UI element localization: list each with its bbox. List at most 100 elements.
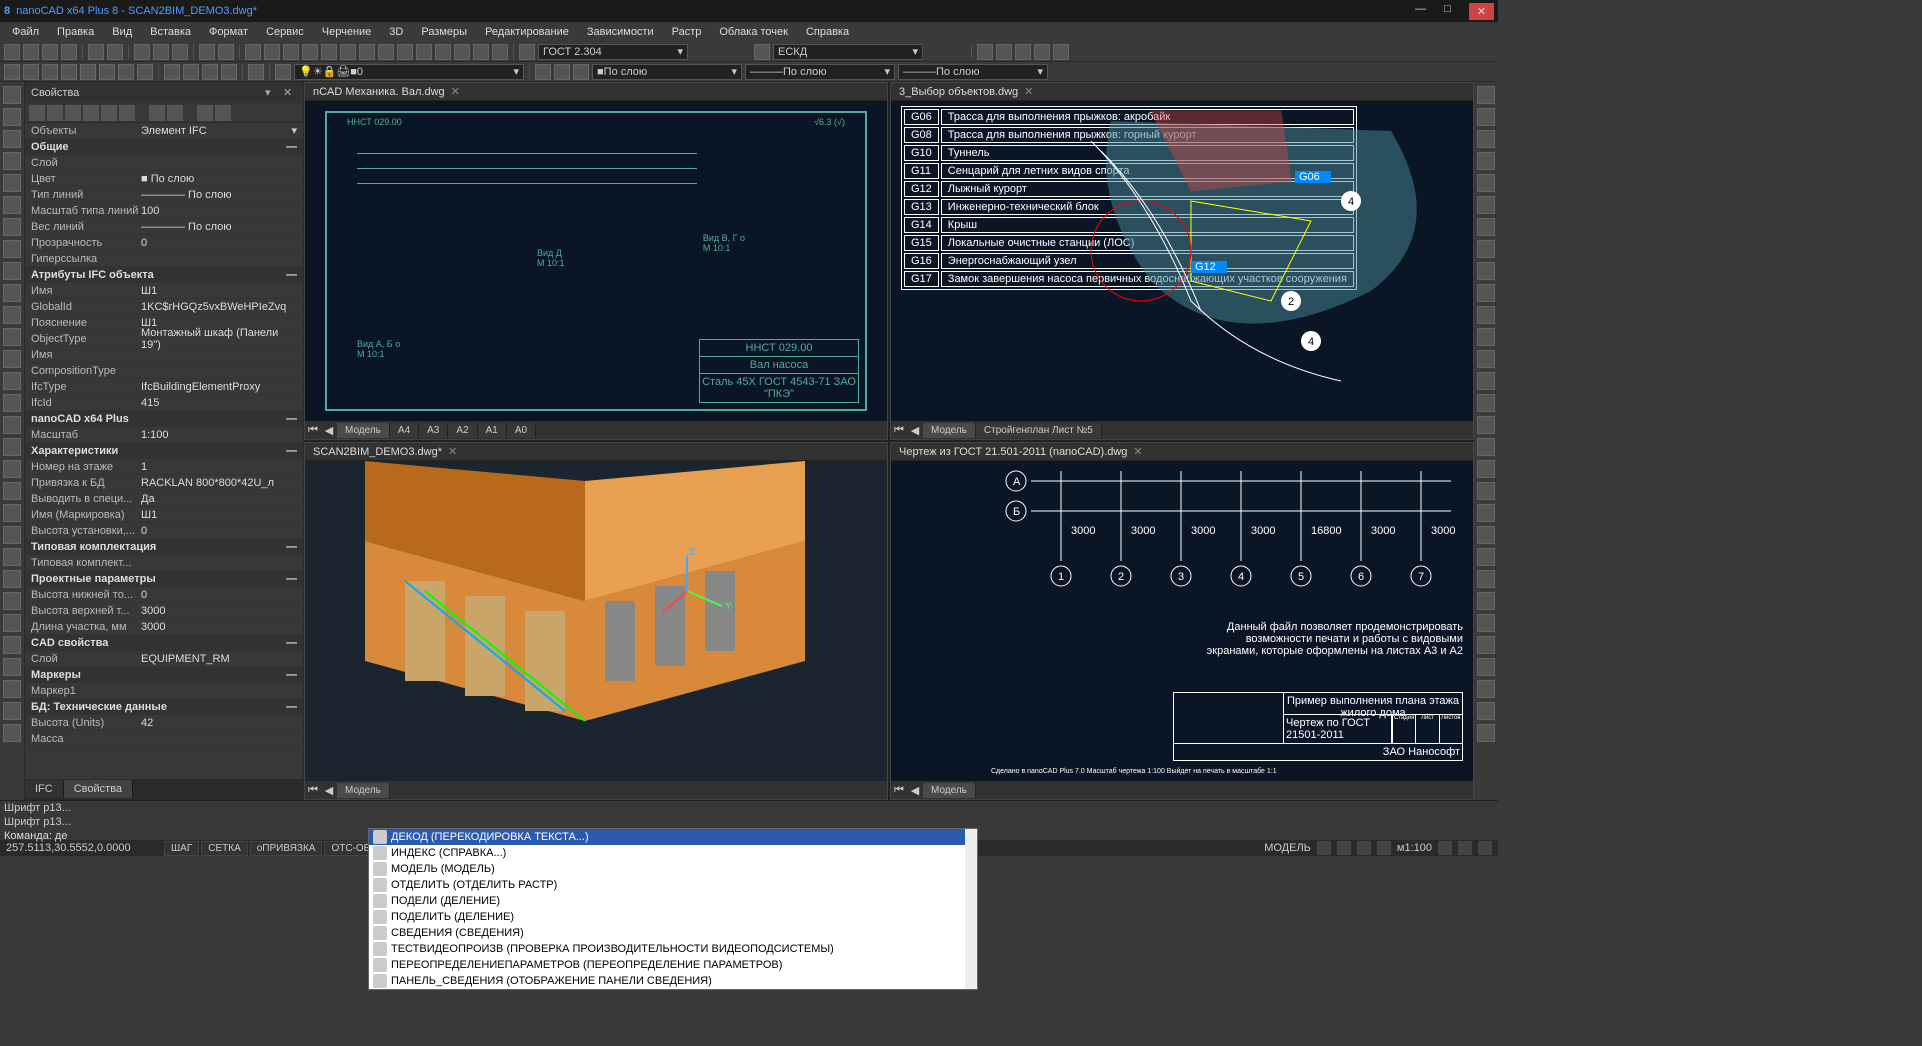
property-row[interactable]: Вес линий———— По слою: [25, 219, 303, 235]
tool-icon[interactable]: [378, 44, 394, 60]
minimize-button[interactable]: —: [1415, 3, 1426, 20]
tool-icon[interactable]: [3, 174, 21, 192]
tool-icon[interactable]: [1477, 108, 1495, 126]
tool-icon[interactable]: [137, 64, 153, 80]
status-icon[interactable]: [1478, 841, 1492, 855]
tool-icon[interactable]: [3, 614, 21, 632]
property-row[interactable]: Прозрачность0: [25, 235, 303, 251]
close-icon[interactable]: ✕: [1024, 85, 1033, 98]
document-tab[interactable]: SCAN2BIM_DEMO3.dwg* ✕: [305, 443, 887, 461]
tool-icon[interactable]: [977, 44, 993, 60]
tool-icon[interactable]: [202, 64, 218, 80]
tool-icon[interactable]: [1477, 350, 1495, 368]
layer-combo[interactable]: 💡☀🔒🖨■ 0▾: [294, 64, 524, 80]
tool-icon[interactable]: [397, 44, 413, 60]
tool-icon[interactable]: [3, 702, 21, 720]
menu-Сервис[interactable]: Сервис: [258, 24, 312, 40]
tool-icon[interactable]: [1477, 724, 1495, 742]
layout-tab[interactable]: Модель: [923, 783, 976, 798]
layout-tab[interactable]: А2: [448, 423, 477, 438]
tool-icon[interactable]: [1477, 548, 1495, 566]
layer-icon[interactable]: [519, 44, 535, 60]
tool-icon[interactable]: [3, 570, 21, 588]
property-row[interactable]: Высота установки,...0: [25, 523, 303, 539]
tool-icon[interactable]: [1477, 658, 1495, 676]
tool-icon[interactable]: [1477, 174, 1495, 192]
tool-icon[interactable]: [359, 44, 375, 60]
tool-icon[interactable]: [535, 64, 551, 80]
property-row[interactable]: Длина участка, мм3000: [25, 619, 303, 635]
tool-icon[interactable]: [3, 724, 21, 742]
property-section-header[interactable]: Атрибуты IFC объекта—: [25, 267, 303, 283]
property-section-header[interactable]: nanoCAD x64 Plus—: [25, 411, 303, 427]
drawing-canvas[interactable]: 1234567АБ 30003000300030001680030003000 …: [891, 461, 1473, 781]
close-icon[interactable]: ✕: [448, 445, 457, 458]
property-row[interactable]: CompositionType: [25, 363, 303, 379]
tool-icon[interactable]: [1477, 218, 1495, 236]
tool-icon[interactable]: [3, 394, 21, 412]
tool-icon[interactable]: [80, 64, 96, 80]
nav-prev-icon[interactable]: ◀: [321, 422, 337, 438]
tool-icon[interactable]: [1034, 44, 1050, 60]
tool-icon[interactable]: [1477, 504, 1495, 522]
status-mode-toggle[interactable]: ШАГ: [164, 841, 199, 856]
scrollbar[interactable]: [965, 829, 977, 989]
menu-Файл[interactable]: Файл: [4, 24, 47, 40]
tool-icon[interactable]: [1015, 44, 1031, 60]
property-section-header[interactable]: Проектные параметры—: [25, 571, 303, 587]
status-mode-toggle[interactable]: СЕТКА: [201, 841, 248, 856]
tool-icon[interactable]: [340, 44, 356, 60]
tool-icon[interactable]: [1477, 240, 1495, 258]
tool-icon[interactable]: [3, 196, 21, 214]
tool-icon[interactable]: [3, 306, 21, 324]
menu-Вид[interactable]: Вид: [104, 24, 140, 40]
tool-icon[interactable]: [1477, 416, 1495, 434]
drawing-canvas[interactable]: Z Y X: [305, 461, 887, 781]
ptool-icon[interactable]: [215, 105, 231, 121]
property-row[interactable]: Номер на этаже1: [25, 459, 303, 475]
layout-tab[interactable]: А3: [419, 423, 448, 438]
status-icon[interactable]: [1337, 841, 1351, 855]
property-section-header[interactable]: Общие—: [25, 139, 303, 155]
layout-tab[interactable]: А4: [390, 423, 419, 438]
tool-icon[interactable]: [3, 504, 21, 522]
layout-tab[interactable]: Стройгенплан Лист №5: [976, 423, 1102, 438]
copy-icon[interactable]: [153, 44, 169, 60]
tool-icon[interactable]: [3, 350, 21, 368]
nav-first-icon[interactable]: ⏮: [305, 782, 321, 798]
document-tab[interactable]: 3_Выбор объектов.dwg ✕: [891, 83, 1473, 101]
autocomplete-item[interactable]: ПОДЕЛИ (ДЕЛЕНИЕ): [369, 893, 977, 909]
tool-icon[interactable]: [3, 548, 21, 566]
property-section-header[interactable]: Маркеры—: [25, 667, 303, 683]
lineweight-combo[interactable]: ——— По слою▾: [898, 64, 1048, 80]
ptool-icon[interactable]: [149, 105, 165, 121]
tool-icon[interactable]: [23, 64, 39, 80]
autocomplete-item[interactable]: ПЕРЕОПРЕДЕЛЕНИЕПАРАМЕТРОВ (ПЕРЕОПРЕДЕЛЕН…: [369, 957, 977, 973]
tool-icon[interactable]: [416, 44, 432, 60]
property-row[interactable]: Высота нижней то...0: [25, 587, 303, 603]
panel-close-icon[interactable]: ✕: [283, 86, 297, 100]
tool-icon[interactable]: [1477, 284, 1495, 302]
property-row[interactable]: Цвет■ По слою: [25, 171, 303, 187]
open-icon[interactable]: [23, 44, 39, 60]
autocomplete-item[interactable]: СВЕДЕНИЯ (СВЕДЕНИЯ): [369, 925, 977, 941]
standard-combo[interactable]: ЕСКД▾: [773, 44, 923, 60]
status-mode-toggle[interactable]: оПРИВЯЗКА: [250, 841, 323, 856]
autocomplete-item[interactable]: ПОДЕЛИТЬ (ДЕЛЕНИЕ): [369, 909, 977, 925]
tool-icon[interactable]: [573, 64, 589, 80]
status-icon[interactable]: [1438, 841, 1452, 855]
tool-icon[interactable]: [3, 460, 21, 478]
nav-first-icon[interactable]: ⏮: [891, 422, 907, 438]
tool-icon[interactable]: [321, 44, 337, 60]
tool-icon[interactable]: [1053, 44, 1069, 60]
menu-Формат[interactable]: Формат: [201, 24, 256, 40]
tool-icon[interactable]: [264, 44, 280, 60]
autocomplete-item[interactable]: ТЕСТВИДЕОПРОИЗВ (ПРОВЕРКА ПРОИЗВОДИТЕЛЬН…: [369, 941, 977, 957]
tool-icon[interactable]: [3, 86, 21, 104]
tool-icon[interactable]: [1477, 196, 1495, 214]
menu-Редактирование[interactable]: Редактирование: [477, 24, 577, 40]
tool-icon[interactable]: [1477, 570, 1495, 588]
nav-prev-icon[interactable]: ◀: [321, 782, 337, 798]
nav-first-icon[interactable]: ⏮: [305, 422, 321, 438]
tool-icon[interactable]: [1477, 636, 1495, 654]
